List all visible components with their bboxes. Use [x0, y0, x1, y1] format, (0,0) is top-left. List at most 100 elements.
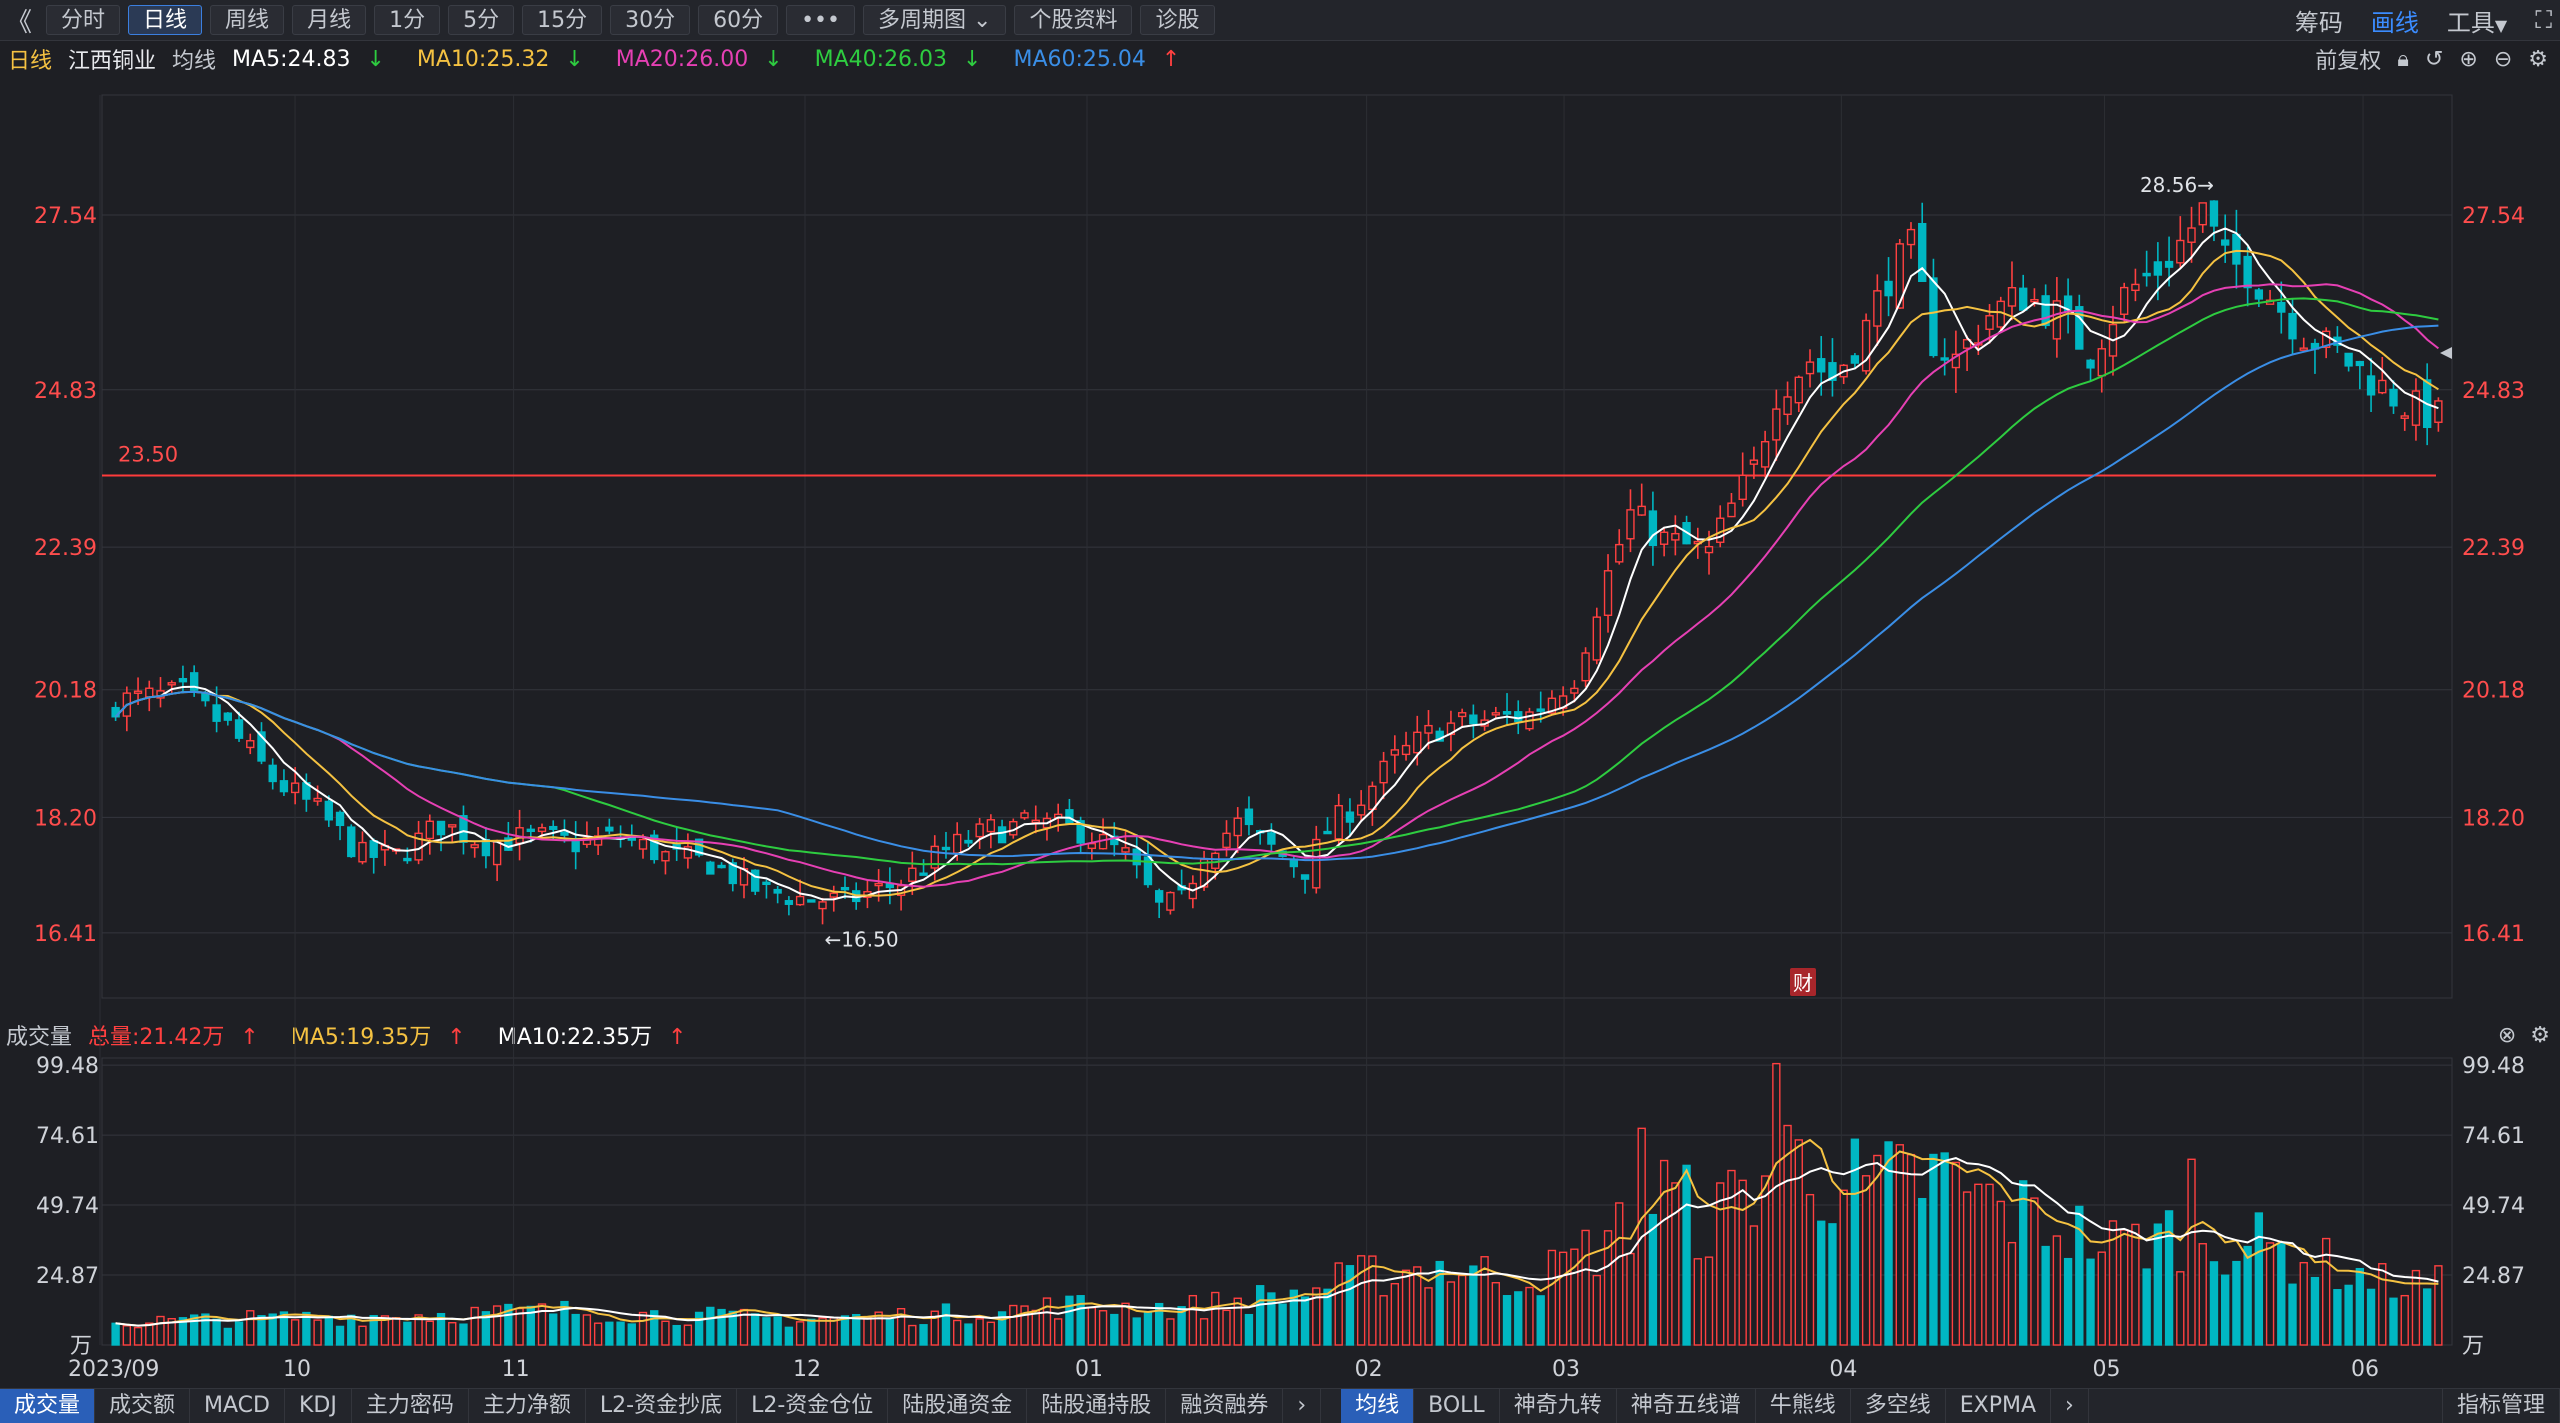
- candle-body: [2243, 255, 2252, 289]
- time-axis-label: 05: [2093, 1357, 2121, 1382]
- candle-body: [1592, 616, 1601, 661]
- kline-chart[interactable]: 27.54 27.54 24.83 24.83 22.39 22.39 20.18 20.18…: [0, 0, 2560, 1422]
- candle-body: [1637, 505, 1646, 516]
- volume-bar: [2063, 1257, 2073, 1346]
- candle-body: [1738, 474, 1747, 501]
- indicator-tab[interactable]: 多空线: [1851, 1389, 1946, 1423]
- candle-body: [2434, 400, 2443, 423]
- volume-bar: [1794, 1139, 1803, 1346]
- candle-body: [1918, 222, 1927, 282]
- candle-body: [2232, 233, 2241, 265]
- time-axis-label: 10: [283, 1357, 311, 1382]
- volume-bar: [840, 1315, 850, 1346]
- volume-bar: [1805, 1193, 1815, 1346]
- indicator-tab[interactable]: 神奇九转: [1500, 1389, 1617, 1423]
- indicator-tab[interactable]: 主力密码: [352, 1389, 469, 1423]
- time-axis-label: 06: [2351, 1357, 2379, 1382]
- candle-body: [1312, 838, 1321, 889]
- indicator-tab[interactable]: 成交额: [95, 1389, 191, 1423]
- volume-bar: [1514, 1291, 1523, 1346]
- candle-body: [1671, 532, 1680, 541]
- volume-bar: [2400, 1294, 2409, 1346]
- candle-body: [324, 800, 333, 821]
- candle-body: [1817, 358, 1826, 373]
- candle-body: [436, 820, 446, 836]
- volume-bar: [1895, 1144, 1904, 1346]
- candle-body: [627, 837, 636, 841]
- candle-body: [784, 900, 794, 905]
- indicator-manage-button[interactable]: 指标管理: [2441, 1389, 2560, 1423]
- volume-bar: [874, 1311, 883, 1346]
- volume-bar: [234, 1321, 244, 1346]
- candle-body: [975, 823, 984, 838]
- volume-bar: [2142, 1268, 2151, 1346]
- candle-body: [2131, 283, 2140, 292]
- candle-body: [2221, 239, 2230, 246]
- candle-body: [268, 764, 277, 783]
- candle-body: [1727, 502, 1736, 518]
- volume-bar: [829, 1317, 838, 1346]
- candle-body: [167, 682, 176, 686]
- volume-bar: [2007, 1241, 2017, 1346]
- volume-bar: [1009, 1304, 1018, 1346]
- candle-body: [1884, 280, 1893, 297]
- volume-bar: [1974, 1183, 1983, 1346]
- volume-unit-label-right: 万: [2462, 1334, 2484, 1359]
- price-tick-label-left: 20.18: [34, 679, 97, 704]
- volume-bar: [470, 1306, 479, 1346]
- volume-bar: [2131, 1223, 2140, 1346]
- indicator-tab[interactable]: L2-资金抄底: [586, 1389, 738, 1423]
- volume-bar: [2176, 1271, 2185, 1346]
- indicator-tab[interactable]: EXPMA: [1946, 1389, 2052, 1423]
- volume-tick-label-right: 74.61: [2462, 1124, 2525, 1149]
- volume-bar: [751, 1313, 760, 1346]
- candle-body: [1940, 357, 1949, 361]
- volume-bar: [1884, 1141, 1893, 1346]
- volume-bar: [2265, 1242, 2275, 1346]
- indicator-tab[interactable]: MACD: [190, 1389, 285, 1423]
- volume-bar: [571, 1313, 580, 1346]
- volume-bar: [1918, 1197, 1927, 1346]
- chevron-right-icon[interactable]: ›: [1283, 1389, 1322, 1423]
- time-axis-label: 12: [793, 1357, 821, 1382]
- volume-tick-label-left: 74.61: [36, 1124, 99, 1149]
- current-price-marker-icon: [2440, 347, 2452, 359]
- indicator-tab[interactable]: 成交量: [0, 1389, 96, 1423]
- indicator-tab[interactable]: 神奇五线谱: [1617, 1389, 1756, 1423]
- volume-bar: [324, 1315, 333, 1346]
- candle-body: [1401, 744, 1411, 756]
- indicator-tab[interactable]: KDJ: [285, 1389, 352, 1423]
- price-tick-label-left: 16.41: [34, 922, 97, 947]
- indicator-tab[interactable]: 陆股通资金: [888, 1389, 1028, 1423]
- indicator-tab[interactable]: 主力净额: [469, 1389, 586, 1423]
- price-tick-label-right: 27.54: [2462, 204, 2525, 229]
- candle-body: [2389, 388, 2398, 407]
- indicator-tab[interactable]: 均线: [1341, 1389, 1415, 1423]
- indicator-tab[interactable]: 融资融券: [1166, 1389, 1284, 1423]
- volume-bar: [448, 1321, 457, 1346]
- reference-line-label: 23.50: [118, 443, 178, 467]
- indicator-tab[interactable]: L2-资金仓位: [737, 1389, 889, 1423]
- volume-bar: [1211, 1291, 1220, 1346]
- indicator-tab[interactable]: 牛熊线: [1756, 1389, 1851, 1423]
- volume-bar: [1615, 1202, 1624, 1346]
- candle-body: [1469, 714, 1478, 725]
- chevron-right-icon[interactable]: ›: [2051, 1389, 2089, 1423]
- main-indicator-tabs: 均线 BOLL 神奇九转 神奇五线谱 牛熊线 多空线 EXPMA: [1341, 1389, 2052, 1423]
- candle-body: [279, 780, 289, 793]
- volume-bar: [425, 1320, 434, 1346]
- volume-bar: [1469, 1265, 1478, 1346]
- volume-bar: [1132, 1317, 1141, 1346]
- indicator-tab[interactable]: BOLL: [1414, 1389, 1500, 1423]
- indicator-tab[interactable]: 陆股通持股: [1027, 1389, 1167, 1423]
- volume-bar: [549, 1313, 558, 1346]
- price-tick-label-left: 22.39: [34, 536, 97, 561]
- volume-bar: [1087, 1307, 1097, 1346]
- candle-body: [178, 677, 188, 683]
- volume-bar: [212, 1318, 221, 1346]
- volume-bar: [2097, 1251, 2106, 1346]
- volume-bar: [1042, 1297, 1052, 1346]
- volume-bar: [2086, 1258, 2095, 1346]
- candle-body: [1581, 652, 1590, 682]
- ma5-line: [114, 227, 2439, 901]
